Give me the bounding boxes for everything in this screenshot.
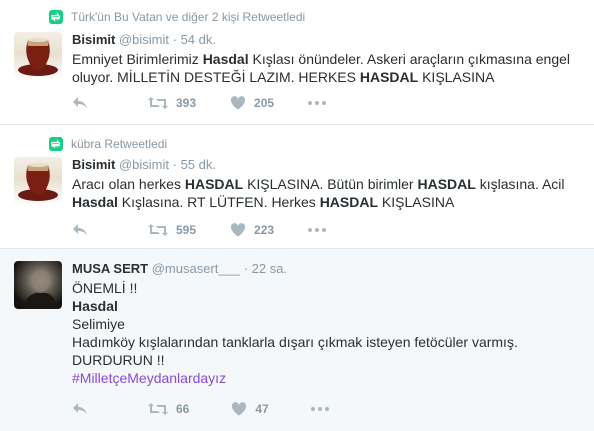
tweet-actions: 393 205 — [72, 96, 327, 110]
heart-icon — [232, 402, 247, 416]
retweet-icon — [148, 224, 168, 236]
reply-icon — [73, 403, 87, 415]
reply-button[interactable] — [72, 402, 88, 416]
keyword-text: HASDAL — [417, 176, 476, 192]
heart-icon — [230, 96, 246, 110]
tweet-line: Selimiye — [72, 316, 125, 332]
retweet-context-text[interactable]: kübra Retweetledi — [71, 137, 167, 151]
more-icon — [308, 228, 327, 232]
timeline: Türk'ün Bu Vatan ve diğer 2 kişi Retweet… — [0, 0, 594, 431]
avatar[interactable] — [14, 157, 62, 205]
reply-icon — [73, 97, 87, 109]
author-handle[interactable]: @bisimit — [119, 32, 169, 47]
retweet-button[interactable]: 393 — [148, 96, 196, 110]
avatar[interactable] — [14, 32, 62, 80]
like-button[interactable]: 47 — [231, 402, 269, 416]
retweet-button[interactable]: 66 — [148, 402, 189, 416]
tweet[interactable]: Türk'ün Bu Vatan ve diğer 2 kişi Retweet… — [0, 0, 594, 125]
like-button[interactable]: 223 — [230, 223, 274, 237]
author-name[interactable]: Bisimit — [72, 32, 115, 47]
tweet-text: ÖNEMLİ !! Hasdal Selimiye Hadımköy kışla… — [72, 279, 577, 387]
tea-glass-icon — [18, 38, 58, 76]
like-button[interactable]: 205 — [230, 96, 274, 110]
reply-button[interactable] — [72, 96, 88, 110]
keyword-text: HASDAL — [359, 69, 419, 85]
tweet-header: Bisimit @bisimit · 55 dk. — [72, 157, 216, 172]
text-segment: KIŞLASINA. Bütün birimler — [243, 176, 418, 192]
retweet-count: 66 — [176, 402, 190, 416]
text-segment: kışlasına. Acil — [475, 176, 565, 192]
author-handle[interactable]: @musasert___ — [152, 261, 240, 276]
more-button[interactable] — [308, 101, 327, 105]
keyword-text: Hasdal — [72, 194, 118, 210]
tweet-line: ÖNEMLİ !! — [72, 280, 138, 296]
author-name[interactable]: MUSA SERT — [72, 261, 148, 276]
tweet-header: MUSA SERT @musasert___ · 22 sa. — [72, 261, 287, 276]
retweet-button[interactable]: 595 — [148, 223, 196, 237]
avatar[interactable] — [14, 261, 62, 309]
tweet-time[interactable]: · 54 dk. — [173, 32, 216, 47]
retweet-context: Türk'ün Bu Vatan ve diğer 2 kişi Retweet… — [49, 10, 305, 24]
reply-button[interactable] — [72, 223, 88, 237]
text-segment: KIŞLASINA — [378, 194, 455, 210]
more-icon — [308, 101, 327, 105]
retweet-count: 393 — [176, 96, 197, 110]
retweet-icon — [148, 97, 168, 109]
retweet-icon — [148, 403, 168, 415]
more-button[interactable] — [310, 407, 329, 411]
tweet-time[interactable]: · 55 dk. — [173, 157, 216, 172]
author-handle[interactable]: @bisimit — [119, 157, 169, 172]
like-count: 47 — [255, 402, 269, 416]
tweet-time[interactable]: · 22 sa. — [244, 261, 287, 276]
tweet-actions: 66 47 — [72, 402, 329, 416]
tweet-line: DURDURUN !! — [72, 352, 165, 368]
heart-icon — [230, 223, 246, 237]
tweet-text: Emniyet Birimlerimiz Hasdal Kışlası önün… — [72, 50, 577, 86]
text-segment: KIŞLASINA — [418, 69, 495, 85]
retweet-context: kübra Retweetledi — [49, 137, 167, 151]
hashtag-link[interactable]: #MilletçeMeydanlardayız — [72, 369, 577, 387]
retweet-badge-icon — [49, 137, 63, 151]
tweet-actions: 595 223 — [72, 223, 327, 237]
tweet-text: Aracı olan herkes HASDAL KIŞLASINA. Bütü… — [72, 175, 577, 211]
tweet-header: Bisimit @bisimit · 54 dk. — [72, 32, 216, 47]
retweet-context-text[interactable]: Türk'ün Bu Vatan ve diğer 2 kişi Retweet… — [71, 10, 305, 24]
like-count: 205 — [254, 96, 275, 110]
retweet-count: 595 — [176, 223, 197, 237]
keyword-text: Hasdal — [202, 51, 249, 67]
author-name[interactable]: Bisimit — [72, 157, 115, 172]
text-segment: Kışlasına. RT LÜTFEN. Herkes — [117, 194, 320, 210]
tea-glass-icon — [18, 163, 58, 201]
like-count: 223 — [254, 223, 275, 237]
tweet[interactable]: kübra Retweetledi Bisimit @bisimit · 55 … — [0, 125, 594, 249]
tweet-line: Hasdal — [72, 298, 118, 314]
text-segment: Aracı olan herkes — [72, 176, 185, 192]
tweet-line: Hadımköy kışlalarından tanklarla dışarı … — [72, 334, 518, 350]
reply-icon — [73, 224, 87, 236]
more-button[interactable] — [308, 228, 327, 232]
tweet[interactable]: MUSA SERT @musasert___ · 22 sa. ÖNEMLİ !… — [0, 249, 594, 431]
more-icon — [310, 407, 329, 411]
portrait-icon — [22, 270, 58, 309]
keyword-text: HASDAL — [184, 176, 244, 192]
retweet-badge-icon — [49, 10, 63, 24]
text-segment: Emniyet Birimlerimiz — [72, 51, 203, 67]
keyword-text: HASDAL — [319, 194, 379, 210]
